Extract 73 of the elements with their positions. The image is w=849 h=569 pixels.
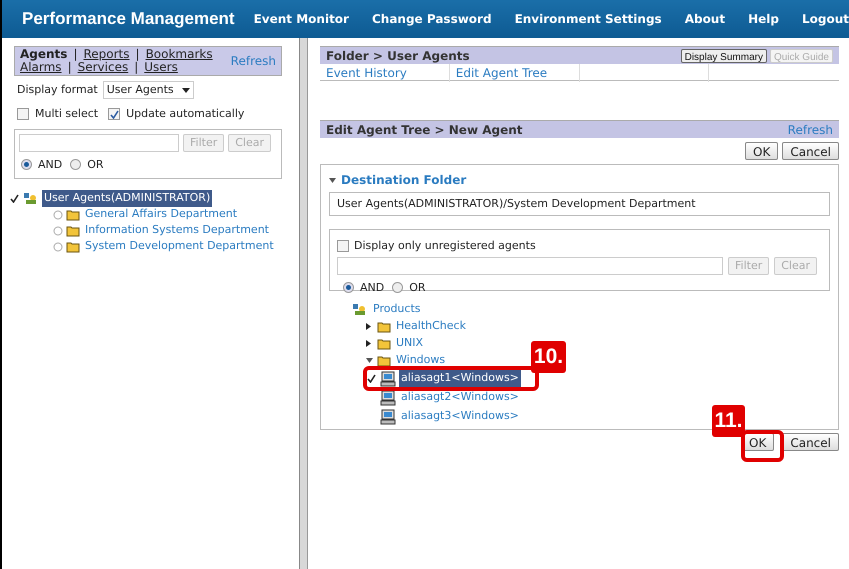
pane-splitter[interactable] (300, 38, 308, 569)
display-format-select[interactable]: User Agents (102, 81, 194, 99)
nav-tab[interactable]: Bookmarks (146, 48, 213, 61)
tree-item[interactable]: UNIX (394, 335, 426, 352)
nav-link[interactable]: Help (748, 10, 779, 28)
section-title: Edit Agent Tree > New Agent (326, 122, 522, 138)
caret-icon[interactable] (329, 178, 336, 182)
action-button[interactable]: OK (745, 142, 778, 160)
separator: | (68, 61, 72, 74)
tree-item[interactable]: aliasagt1<Windows> (399, 370, 521, 387)
computer-icon (380, 390, 396, 406)
checkbox[interactable] (337, 240, 349, 252)
section-label: Destination Folder (341, 172, 466, 189)
tree-item[interactable]: System Development Department (83, 238, 276, 255)
radio-label: OR (409, 280, 426, 296)
separator: | (134, 61, 138, 74)
callout-badge: 11. (712, 405, 745, 437)
nav-link[interactable]: Event Monitor (254, 10, 349, 28)
tree-item[interactable]: Windows (394, 352, 448, 369)
panel-title: Folder > User Agents (326, 48, 470, 64)
radio-button[interactable] (392, 282, 404, 294)
separator: | (136, 48, 140, 61)
nav-link[interactable]: About (684, 10, 726, 28)
checkbox[interactable] (17, 108, 29, 120)
collapse-icon[interactable] (366, 358, 374, 363)
filter-field[interactable] (337, 256, 723, 274)
action-button[interactable]: Cancel (782, 142, 839, 160)
tree-item[interactable]: aliasagt2<Windows> (399, 389, 521, 406)
tree-item[interactable]: Products (371, 301, 422, 318)
caret-icon (182, 88, 190, 92)
nav-tab[interactable]: Users (144, 61, 178, 74)
folder-icon (377, 320, 391, 333)
tree-item[interactable]: General Affairs Department (83, 206, 240, 223)
checkbox-label: Multi select (35, 106, 98, 122)
toolbar-button[interactable]: Display Summary (680, 48, 767, 62)
display-format-label: Display format (17, 82, 98, 98)
radio-label: AND (360, 280, 384, 296)
nav-tab[interactable]: Reports (83, 48, 130, 61)
nav-link[interactable]: Logout (802, 10, 849, 28)
checkbox-label: Update automatically (126, 106, 244, 122)
computer-icon (380, 408, 396, 424)
action-button[interactable]: Cancel (782, 433, 839, 451)
folder-icon (377, 354, 391, 367)
tab-link[interactable]: Edit Agent Tree (456, 64, 548, 82)
highlight-outline (741, 430, 784, 462)
nav-link[interactable]: Environment Settings (514, 10, 662, 28)
radio-label: AND (38, 156, 62, 172)
radio-button[interactable] (343, 282, 354, 294)
nav-tab[interactable]: Services (78, 61, 128, 74)
nav-link[interactable]: Change Password (372, 10, 492, 28)
nav-tab[interactable]: Agents (20, 48, 68, 61)
radio-label: OR (87, 156, 104, 172)
tree-item[interactable]: HealthCheck (394, 318, 468, 335)
tree-item[interactable]: Information Systems Department (83, 222, 271, 239)
people-icon (352, 303, 368, 316)
app-title: Performance Management (22, 8, 236, 30)
nav-tab[interactable]: Alarms (20, 61, 62, 74)
callout-badge: 10. (531, 341, 566, 373)
folder-icon (377, 337, 391, 350)
tab-link[interactable]: Event History (326, 64, 407, 82)
folder-path-field: User Agents(ADMINISTRATOR)/System Development Department (329, 192, 830, 216)
radio-button[interactable] (70, 159, 82, 170)
computer-icon (380, 370, 396, 386)
checkbox[interactable] (108, 108, 120, 120)
tree-item[interactable]: aliasagt3<Windows> (399, 408, 521, 425)
filter-field[interactable] (19, 134, 179, 152)
tree-item[interactable]: User Agents(ADMINISTRATOR) (42, 190, 212, 207)
folder-icon (66, 240, 80, 253)
radio-button[interactable] (21, 159, 32, 170)
checkbox-label: Display only unregistered agents (354, 238, 536, 254)
separator: | (73, 48, 78, 61)
people-icon (23, 192, 39, 205)
folder-icon (66, 224, 80, 237)
